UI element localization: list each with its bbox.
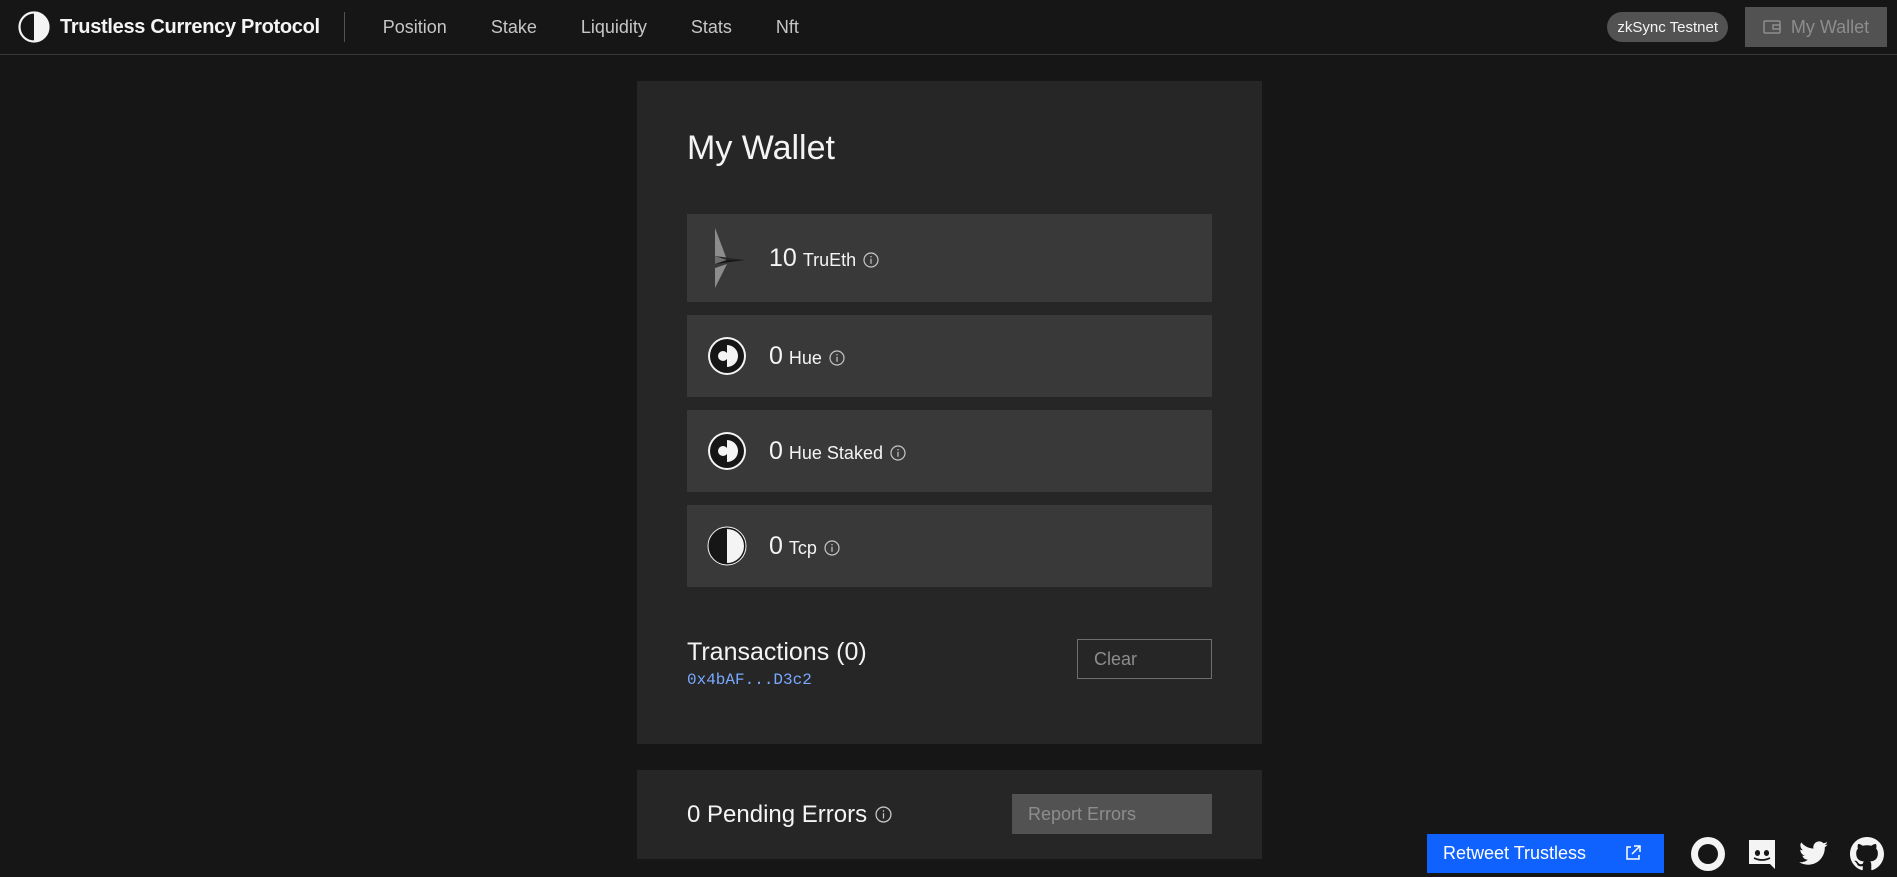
- nav-item-liquidity[interactable]: Liquidity: [559, 0, 669, 54]
- info-icon[interactable]: [875, 806, 892, 823]
- tcp-icon: [707, 526, 747, 566]
- github-icon[interactable]: [1849, 836, 1885, 872]
- transactions-section: Transactions (0) 0x4bAF...D3c2 Clear: [687, 638, 1212, 698]
- pending-errors-label: 0 Pending Errors: [687, 800, 868, 828]
- ethereum-icon: [707, 228, 747, 288]
- wallet-title: My Wallet: [687, 129, 835, 167]
- info-icon[interactable]: [829, 350, 845, 366]
- hue-icon: [707, 431, 747, 471]
- nav-item-position[interactable]: Position: [361, 0, 469, 54]
- main-nav: Position Stake Liquidity Stats Nft: [361, 0, 821, 54]
- token-name: TruEth: [802, 249, 857, 270]
- token-row-hue: 0 Hue: [687, 315, 1212, 397]
- info-icon[interactable]: [890, 445, 906, 461]
- report-errors-button[interactable]: Report Errors: [1012, 794, 1212, 834]
- token-amount: 0: [769, 531, 783, 560]
- token-row-trueth: 10 TruEth: [687, 214, 1212, 302]
- errors-panel: 0 Pending Errors Report Errors: [637, 770, 1262, 859]
- wallet-icon: [1763, 20, 1781, 34]
- my-wallet-label: My Wallet: [1790, 16, 1870, 37]
- info-icon[interactable]: [863, 252, 879, 268]
- top-navigation-bar: Trustless Currency Protocol Position Sta…: [0, 0, 1897, 55]
- token-row-tcp: 0 Tcp: [687, 505, 1212, 587]
- retweet-label: Retweet Trustless: [1443, 843, 1587, 863]
- tcp-icon[interactable]: [1690, 836, 1726, 872]
- token-amount: 10: [769, 243, 797, 272]
- token-amount: 0: [769, 436, 783, 465]
- wallet-panel: My Wallet 10 TruEth 0 Hue 0 Hue Staked 0…: [637, 81, 1262, 744]
- hue-icon: [707, 336, 747, 376]
- discord-icon[interactable]: [1744, 836, 1780, 872]
- token-name: Hue Staked: [788, 442, 883, 463]
- token-row-hue-staked: 0 Hue Staked: [687, 410, 1212, 492]
- retweet-trustless-button[interactable]: Retweet Trustless: [1427, 834, 1664, 873]
- token-amount: 0: [769, 341, 783, 370]
- twitter-icon[interactable]: [1796, 836, 1832, 872]
- my-wallet-button[interactable]: My Wallet: [1745, 7, 1887, 47]
- token-name: Tcp: [788, 537, 817, 558]
- brand-link[interactable]: Trustless Currency Protocol: [0, 0, 344, 54]
- brand-name: Trustless Currency Protocol: [60, 15, 320, 38]
- external-link-icon: [1626, 845, 1641, 860]
- clear-button[interactable]: Clear: [1077, 639, 1212, 679]
- nav-item-stake[interactable]: Stake: [469, 0, 559, 54]
- header-actions: zkSync Testnet My Wallet: [1607, 0, 1897, 54]
- pending-errors: 0 Pending Errors: [687, 801, 892, 829]
- network-badge[interactable]: zkSync Testnet: [1607, 12, 1728, 42]
- tcp-logo-icon: [18, 11, 50, 43]
- nav-item-nft[interactable]: Nft: [754, 0, 821, 54]
- nav-item-stats[interactable]: Stats: [669, 0, 754, 54]
- token-name: Hue: [788, 347, 822, 368]
- header-divider: [343, 12, 345, 42]
- info-icon[interactable]: [824, 540, 840, 556]
